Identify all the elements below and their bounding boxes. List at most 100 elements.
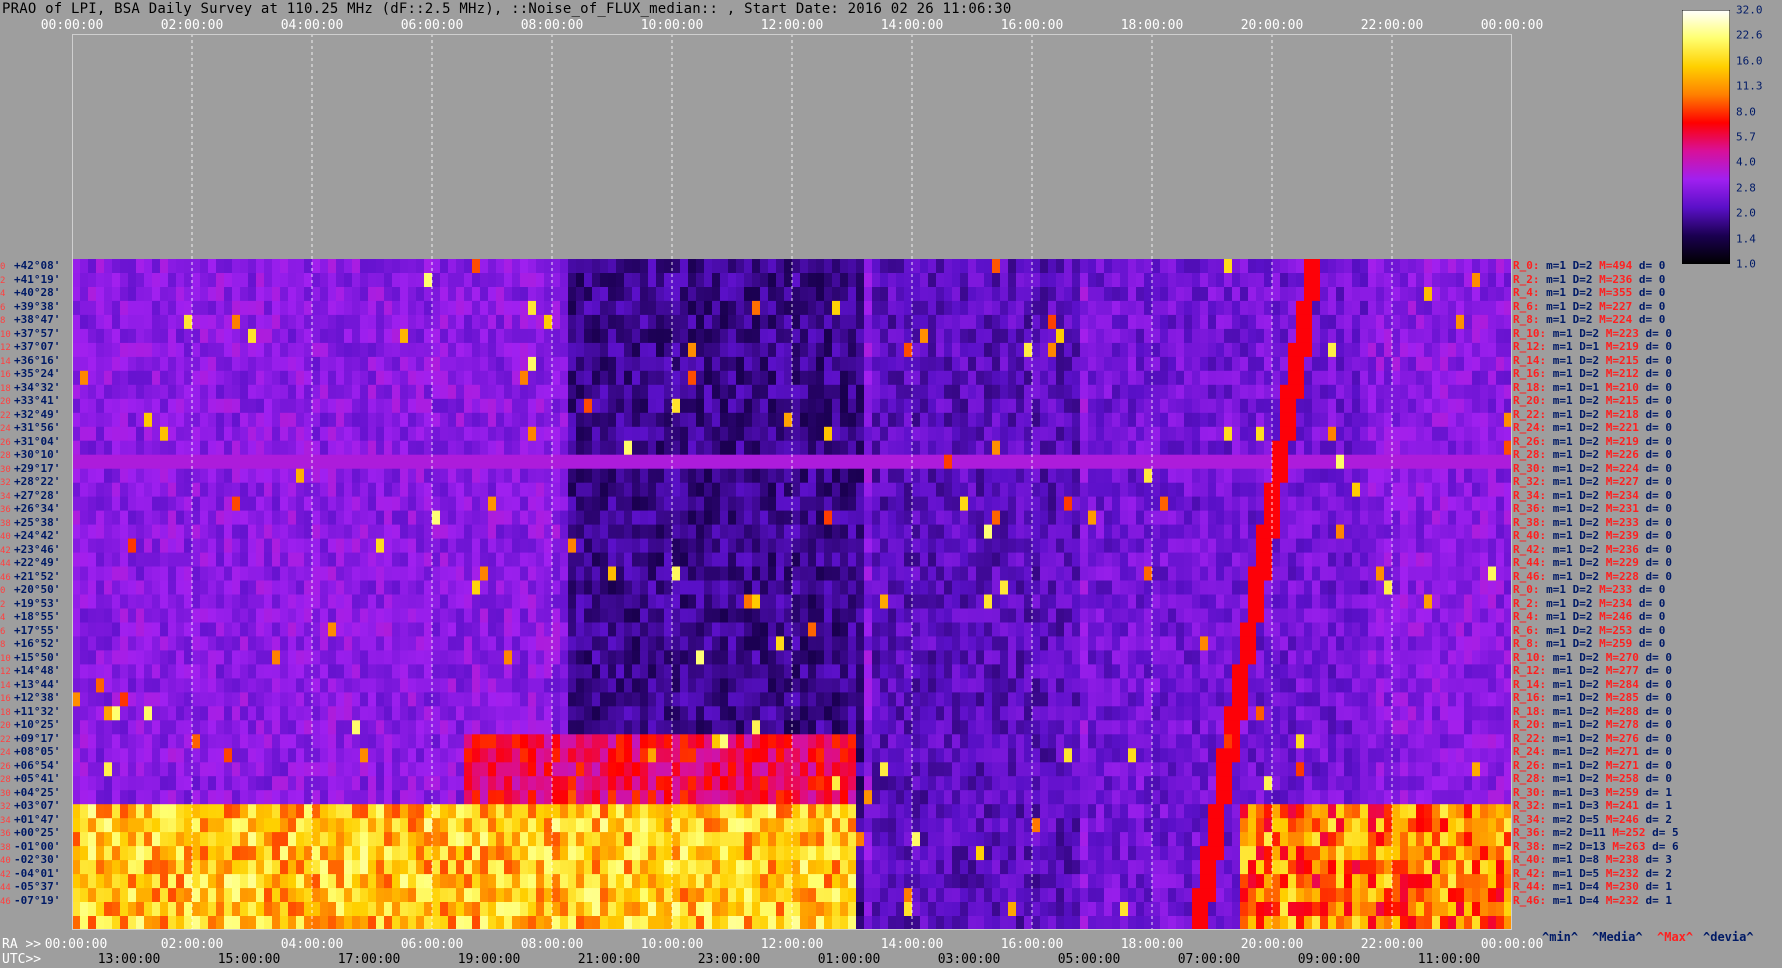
spectrogram-cell (464, 440, 473, 456)
spectrogram-cell (520, 566, 529, 581)
spectrogram-cell (424, 300, 433, 316)
spectrogram-cell (712, 552, 721, 567)
spectrogram-cell (352, 259, 361, 274)
spectrogram-cell (560, 832, 569, 847)
spectrogram-cell (408, 916, 417, 930)
spectrogram-cell (784, 454, 793, 470)
spectrogram-cell (464, 510, 473, 525)
spectrogram-cell (328, 692, 337, 707)
spectrogram-cell (400, 524, 409, 539)
spectrogram-cell (472, 678, 481, 693)
spectrogram-cell (632, 440, 641, 456)
spectrogram-cell (712, 370, 721, 386)
spectrogram-cell (672, 552, 681, 567)
spectrogram-cell (592, 832, 601, 847)
spectrogram-cell (600, 300, 609, 316)
spectrogram-cell (616, 720, 625, 735)
spectrogram-cell (88, 888, 97, 903)
spectrogram-cell (240, 524, 249, 539)
spectrogram-cell (544, 524, 553, 539)
spectrogram-cell (856, 720, 865, 735)
spectrogram-cell (280, 818, 289, 833)
spectrogram-cell (648, 342, 657, 358)
spectrogram-cell (712, 412, 721, 428)
spectrogram-cell (712, 776, 721, 791)
spectrogram-cell (360, 342, 369, 358)
spectrogram-cell (856, 594, 865, 609)
spectrogram-cell (640, 706, 649, 721)
spectrogram-cell (440, 720, 449, 735)
spectrogram-cell (272, 692, 281, 707)
spectrogram-cell (616, 287, 625, 302)
spectrogram-cell (808, 468, 817, 484)
spectrogram-cell (272, 804, 281, 819)
spectrogram-cell (784, 636, 793, 651)
spectrogram-cell (376, 650, 385, 665)
spectrogram-cell (776, 524, 785, 539)
spectrogram-cell (288, 356, 297, 372)
spectrogram-cell (624, 720, 633, 735)
spectrogram-cell (840, 650, 849, 665)
spectrogram-cell (288, 287, 297, 302)
spectrogram-cell (408, 440, 417, 456)
spectrogram-cell (304, 482, 313, 498)
spectrogram-cell (304, 608, 313, 623)
spectrogram-cell (736, 650, 745, 665)
spectrogram-cell (128, 524, 137, 539)
spectrogram-cell (208, 622, 217, 637)
spectrogram-cell (344, 832, 353, 847)
spectrogram-cell (664, 524, 673, 539)
spectrogram-cell (792, 287, 801, 302)
spectrogram-cell (408, 454, 417, 470)
spectrogram-cell (176, 748, 185, 763)
spectrogram-cell (208, 566, 217, 581)
spectrogram-plot[interactable] (72, 34, 1512, 930)
spectrogram-cell (480, 342, 489, 358)
spectrogram-cell (584, 440, 593, 456)
spectrogram-cell (448, 552, 457, 567)
spectrogram-cell (448, 580, 457, 595)
spectrogram-cell (440, 538, 449, 553)
spectrogram-cell (200, 762, 209, 777)
spectrogram-cell (512, 314, 521, 330)
spectrogram-cell (176, 888, 185, 903)
spectrogram-cell (464, 916, 473, 930)
spectrogram-cell (256, 762, 265, 777)
spectrogram-cell (400, 594, 409, 609)
spectrogram-cell (640, 748, 649, 763)
spectrogram-cell (120, 412, 129, 428)
spectrogram-cell (544, 440, 553, 456)
spectrogram-cell (104, 790, 113, 805)
spectrogram-cell (320, 510, 329, 525)
spectrogram-cell (744, 287, 753, 302)
spectrogram-cell (736, 804, 745, 819)
spectrogram-cell (160, 832, 169, 847)
spectrogram-cell (520, 440, 529, 456)
spectrogram-cell (744, 678, 753, 693)
spectrogram-cell (184, 832, 193, 847)
spectrogram-cell (600, 888, 609, 903)
spectrogram-cell (816, 846, 825, 861)
spectrogram-cell (280, 846, 289, 861)
spectrogram-cell (768, 664, 777, 679)
spectrogram-cell (536, 538, 545, 553)
spectrogram-cell (848, 370, 857, 386)
spectrogram-cell (368, 496, 377, 511)
spectrogram-cell (240, 790, 249, 805)
spectrogram-cell (456, 426, 465, 442)
spectrogram-cell (664, 748, 673, 763)
spectrogram-cell (136, 916, 145, 930)
spectrogram-cell (432, 566, 441, 581)
spectrogram-cell (96, 510, 105, 525)
spectrogram-cell (712, 454, 721, 470)
spectrogram-cell (320, 426, 329, 442)
spectrogram-cell (880, 524, 889, 539)
spectrogram-cell (816, 790, 825, 805)
spectrogram-cell (136, 902, 145, 917)
spectrogram-cell (328, 776, 337, 791)
spectrogram-cell (296, 790, 305, 805)
spectrogram-cell (152, 664, 161, 679)
spectrogram-cell (344, 342, 353, 358)
spectrogram-cell (568, 468, 577, 484)
spectrogram-cell (760, 496, 769, 511)
